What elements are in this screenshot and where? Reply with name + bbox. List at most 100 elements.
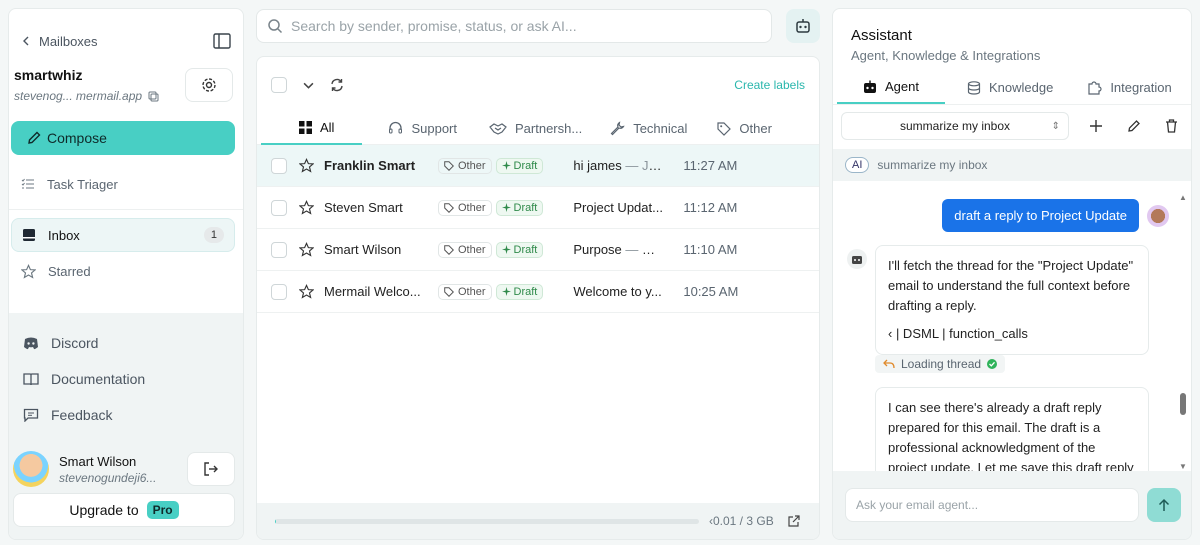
search-icon (267, 18, 283, 34)
bot-message: I'll fetch the thread for the "Project U… (875, 245, 1149, 355)
inbox-count-badge: 1 (203, 227, 224, 243)
assistant-title: Assistant (851, 27, 912, 44)
assistant-subtitle: Agent, Knowledge & Integrations (851, 48, 1041, 63)
scroll-down-icon[interactable]: ▼ (1179, 462, 1187, 471)
edit-icon[interactable] (1127, 119, 1141, 133)
row-subject: Welcome to y... (573, 284, 663, 299)
upgrade-label: Upgrade to (69, 502, 139, 518)
feedback-label: Feedback (51, 407, 113, 423)
plus-icon[interactable] (1089, 119, 1103, 133)
sidebar: Mailboxes smartwhiz stevenog... mermail.… (8, 8, 244, 540)
agent-input[interactable] (845, 488, 1139, 522)
search-bar[interactable] (256, 9, 772, 43)
tab-support[interactable]: Support (362, 113, 479, 145)
discord-link[interactable]: Discord (9, 325, 243, 361)
tab-knowledge-label: Knowledge (988, 80, 1054, 95)
row-status-label: Draft (513, 201, 538, 214)
send-button[interactable] (1147, 488, 1181, 522)
grid-icon (299, 121, 312, 134)
user-email: stevenogundeji6... (59, 470, 157, 485)
logout-button[interactable] (187, 452, 235, 486)
row-sender: Franklin Smart (324, 158, 416, 173)
row-tag: Other (438, 283, 492, 300)
copy-icon[interactable] (148, 91, 159, 102)
row-subject-text: Welcome to y... (573, 284, 662, 299)
sidebar-collapse-icon[interactable] (213, 33, 231, 49)
tab-knowledge[interactable]: Knowledge (945, 71, 1079, 104)
table-row[interactable]: Smart Wilson Other Draft Purpose — De... 11:… (257, 229, 819, 271)
tab-all-label: All (320, 120, 335, 135)
task-triager-label: Task Triager (47, 176, 118, 192)
task-triager-item[interactable]: Task Triager (9, 167, 243, 201)
avatar (1147, 204, 1169, 227)
sidebar-item-starred[interactable]: Starred (9, 254, 243, 288)
star-icon[interactable] (299, 158, 314, 173)
documentation-link[interactable]: Documentation (9, 361, 243, 397)
tab-partnerships[interactable]: Partnersh... (479, 113, 604, 145)
avatar (13, 451, 49, 487)
star-icon[interactable] (299, 242, 314, 257)
gear-icon (201, 77, 217, 93)
chat-scrollbar[interactable]: ▲ ▼ (1179, 193, 1187, 471)
trash-icon[interactable] (1165, 119, 1178, 133)
compose-label: Compose (47, 130, 107, 146)
create-labels-link[interactable]: Create labels (734, 78, 805, 92)
user-message-bubble: draft a reply to Project Update (942, 199, 1139, 232)
reply-icon (883, 359, 895, 369)
row-checkbox[interactable] (271, 157, 287, 174)
logout-icon (203, 461, 219, 477)
handshake-icon (489, 122, 507, 136)
search-input[interactable] (291, 18, 761, 34)
sidebar-item-inbox[interactable]: Inbox 1 (11, 218, 235, 252)
table-row[interactable]: Steven Smart Other Draft Project Updat... 11… (257, 187, 819, 229)
discord-label: Discord (51, 335, 99, 351)
star-icon[interactable] (299, 200, 314, 215)
tab-support-label: Support (411, 121, 457, 136)
mail-rows: Franklin Smart Other Draft hi james — Ju...… (257, 145, 819, 313)
bot-message-text: I'll fetch the thread for the "Project U… (888, 258, 1134, 313)
row-tag-label: Other (458, 243, 486, 256)
discord-icon (23, 336, 39, 350)
upgrade-button[interactable]: Upgrade to Pro (13, 493, 235, 527)
bot-message: I can see there's already a draft reply … (875, 387, 1149, 473)
row-tag: Other (438, 157, 492, 174)
compose-button[interactable]: Compose (11, 121, 235, 155)
table-row[interactable]: Franklin Smart Other Draft hi james — Ju...… (257, 145, 819, 187)
sparkle-icon (501, 203, 511, 212)
row-sender: Steven Smart (324, 200, 403, 215)
feedback-link[interactable]: Feedback (9, 397, 243, 433)
tab-agent[interactable]: Agent (837, 71, 945, 104)
ai-chip: AI (845, 157, 870, 173)
chevron-up-down-icon: ⇕ (1051, 120, 1060, 132)
back-to-mailboxes-link[interactable]: Mailboxes (21, 34, 98, 49)
storage-text: ‹0.01 / 3 GB (709, 514, 774, 528)
account-settings-button[interactable] (185, 68, 233, 102)
robot-icon (794, 17, 812, 35)
row-tag-label: Other (458, 201, 486, 214)
row-checkbox[interactable] (271, 241, 287, 258)
tag-icon (717, 121, 732, 136)
scroll-up-icon[interactable]: ▲ (1179, 193, 1187, 202)
row-subject: hi james — Ju... (573, 158, 663, 173)
headset-icon (388, 121, 403, 136)
assistant-toggle-button[interactable] (786, 9, 820, 43)
tab-technical[interactable]: Technical (604, 113, 709, 145)
row-checkbox[interactable] (271, 199, 287, 216)
star-icon[interactable] (299, 284, 314, 299)
account-name: smartwhiz (14, 67, 83, 83)
tag-icon (444, 244, 454, 255)
select-all-checkbox[interactable] (271, 77, 287, 93)
refresh-icon[interactable] (330, 78, 344, 92)
tab-other[interactable]: Other (709, 113, 794, 145)
scroll-thumb[interactable] (1180, 393, 1186, 415)
chevron-down-icon[interactable] (303, 80, 314, 91)
thread-select[interactable]: summarize my inbox ⇕ (841, 112, 1069, 140)
table-row[interactable]: Mermail Welco... Other Draft Welcome to y..… (257, 271, 819, 313)
row-time: 11:12 AM (683, 200, 738, 215)
row-checkbox[interactable] (271, 283, 287, 300)
inbox-label: Inbox (48, 227, 80, 243)
tab-all[interactable]: All (261, 113, 363, 145)
tab-integration[interactable]: Integration (1079, 71, 1191, 104)
external-link-icon[interactable] (788, 515, 800, 527)
row-time: 11:27 AM (683, 158, 738, 173)
